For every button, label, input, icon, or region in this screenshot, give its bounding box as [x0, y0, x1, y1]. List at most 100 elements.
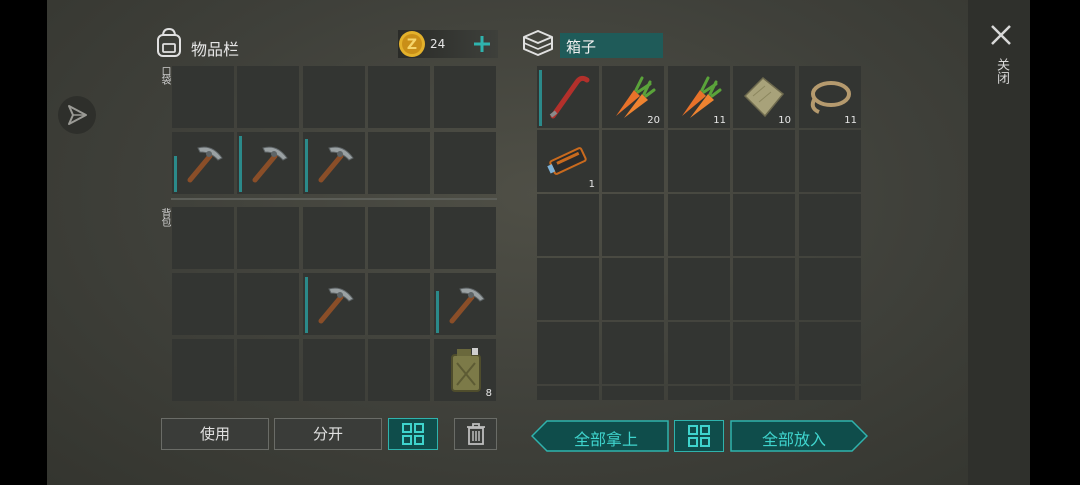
pocket-slot[interactable] [303, 66, 365, 128]
box-slot[interactable] [537, 66, 599, 128]
pocket-slot[interactable] [368, 132, 430, 194]
box-slot[interactable] [733, 386, 795, 400]
box-slot[interactable] [668, 130, 730, 192]
box-slot[interactable] [602, 194, 664, 256]
box-slot[interactable] [733, 194, 795, 256]
close-icon [991, 25, 1011, 45]
backpack-slot[interactable] [303, 207, 365, 269]
pocket-slot[interactable] [237, 132, 299, 194]
box-slot[interactable]: 20 [602, 66, 664, 128]
backpack-slot[interactable] [368, 207, 430, 269]
box-slot[interactable] [602, 386, 664, 400]
pocket-slot[interactable] [237, 66, 299, 128]
pickaxe-icon [449, 287, 485, 324]
pocket-slot[interactable] [172, 132, 234, 194]
close-button[interactable]: 关闭 [984, 20, 1018, 100]
pocket-divider [171, 198, 497, 200]
coin-counter: Z 24 [398, 30, 498, 58]
trash-icon [467, 423, 485, 445]
durability-bar [305, 139, 308, 192]
backpack-slot[interactable] [368, 339, 430, 401]
box-slot[interactable] [668, 258, 730, 320]
backpack-slot[interactable]: 8 [434, 339, 496, 401]
durability-bar [436, 291, 439, 333]
split-button[interactable]: 分开 [274, 418, 382, 450]
backpack-slot[interactable] [237, 207, 299, 269]
take-all-label: 全部拿上 [573, 430, 638, 449]
durability-bar [174, 156, 177, 192]
durability-bar [539, 70, 542, 126]
backpack-slot[interactable] [172, 273, 234, 335]
box-slot[interactable] [537, 194, 599, 256]
box-slot[interactable]: 11 [799, 66, 861, 128]
take-all-button[interactable]: 全部拿上 [531, 420, 669, 452]
pocket-slot[interactable] [172, 66, 234, 128]
box-slot[interactable] [799, 130, 861, 192]
item-count: 11 [844, 115, 857, 126]
backpack-slot[interactable] [303, 339, 365, 401]
box-slot[interactable] [602, 322, 664, 384]
backpack-icon [154, 26, 184, 58]
add-coins-button[interactable] [472, 34, 492, 54]
split-label: 分开 [312, 425, 343, 443]
box-slot[interactable] [602, 130, 664, 192]
backpack-slot[interactable] [237, 339, 299, 401]
item-count: 1 [588, 179, 595, 190]
put-all-button[interactable]: 全部放入 [730, 420, 868, 452]
box-slot[interactable]: 11 [668, 66, 730, 128]
box-slot[interactable] [733, 258, 795, 320]
use-label: 使用 [199, 425, 230, 443]
grid-icon [402, 423, 424, 445]
close-label: 关闭 [994, 58, 1009, 84]
coin-icon: Z [399, 31, 425, 57]
box-slot[interactable]: 10 [733, 66, 795, 128]
crowbar-icon [549, 75, 590, 119]
box-slot[interactable] [668, 322, 730, 384]
pocket-slot[interactable] [434, 132, 496, 194]
coin-count: 24 [430, 37, 446, 51]
box-slot[interactable] [602, 258, 664, 320]
pocket-label: 口袋 [159, 66, 170, 84]
pickaxe-icon [318, 287, 354, 324]
box-slot[interactable] [799, 194, 861, 256]
durability-bar [239, 136, 242, 192]
use-button[interactable]: 使用 [161, 418, 269, 450]
navigation-icon[interactable] [58, 96, 96, 134]
backpack-slot[interactable] [368, 273, 430, 335]
pickaxe-icon [252, 146, 288, 183]
battery-icon [547, 147, 587, 175]
durability-bar [305, 277, 308, 333]
box-slot[interactable] [799, 322, 861, 384]
box-slot[interactable] [799, 258, 861, 320]
fuel-can-icon [451, 348, 481, 392]
pocket-slot[interactable] [303, 132, 365, 194]
box-slot[interactable] [537, 386, 599, 400]
backpack-label: 背包 [159, 208, 170, 226]
box-slot[interactable] [733, 130, 795, 192]
box-slot[interactable] [733, 322, 795, 384]
backpack-slot[interactable] [303, 273, 365, 335]
pocket-slot[interactable] [434, 66, 496, 128]
grid-icon [688, 425, 710, 447]
item-count: 11 [713, 115, 726, 126]
box-slot[interactable] [799, 386, 861, 400]
inventory-sort-button[interactable] [388, 418, 438, 450]
backpack-slot[interactable] [172, 207, 234, 269]
trash-button[interactable] [454, 418, 497, 450]
item-count: 20 [647, 115, 660, 126]
box-slot[interactable] [537, 322, 599, 384]
svg-text:Z: Z [407, 37, 417, 53]
box-slot[interactable] [537, 258, 599, 320]
item-count: 8 [485, 388, 492, 399]
box-sort-button[interactable] [674, 420, 724, 452]
pocket-slot[interactable] [368, 66, 430, 128]
box-slot[interactable]: 1 [537, 130, 599, 192]
backpack-slot[interactable] [434, 207, 496, 269]
box-slot[interactable] [668, 194, 730, 256]
box-title: 箱子 [566, 38, 597, 56]
backpack-slot[interactable] [172, 339, 234, 401]
box-title-bar: 箱子 [560, 33, 663, 58]
box-slot[interactable] [668, 386, 730, 400]
backpack-slot[interactable] [237, 273, 299, 335]
backpack-slot[interactable] [434, 273, 496, 335]
